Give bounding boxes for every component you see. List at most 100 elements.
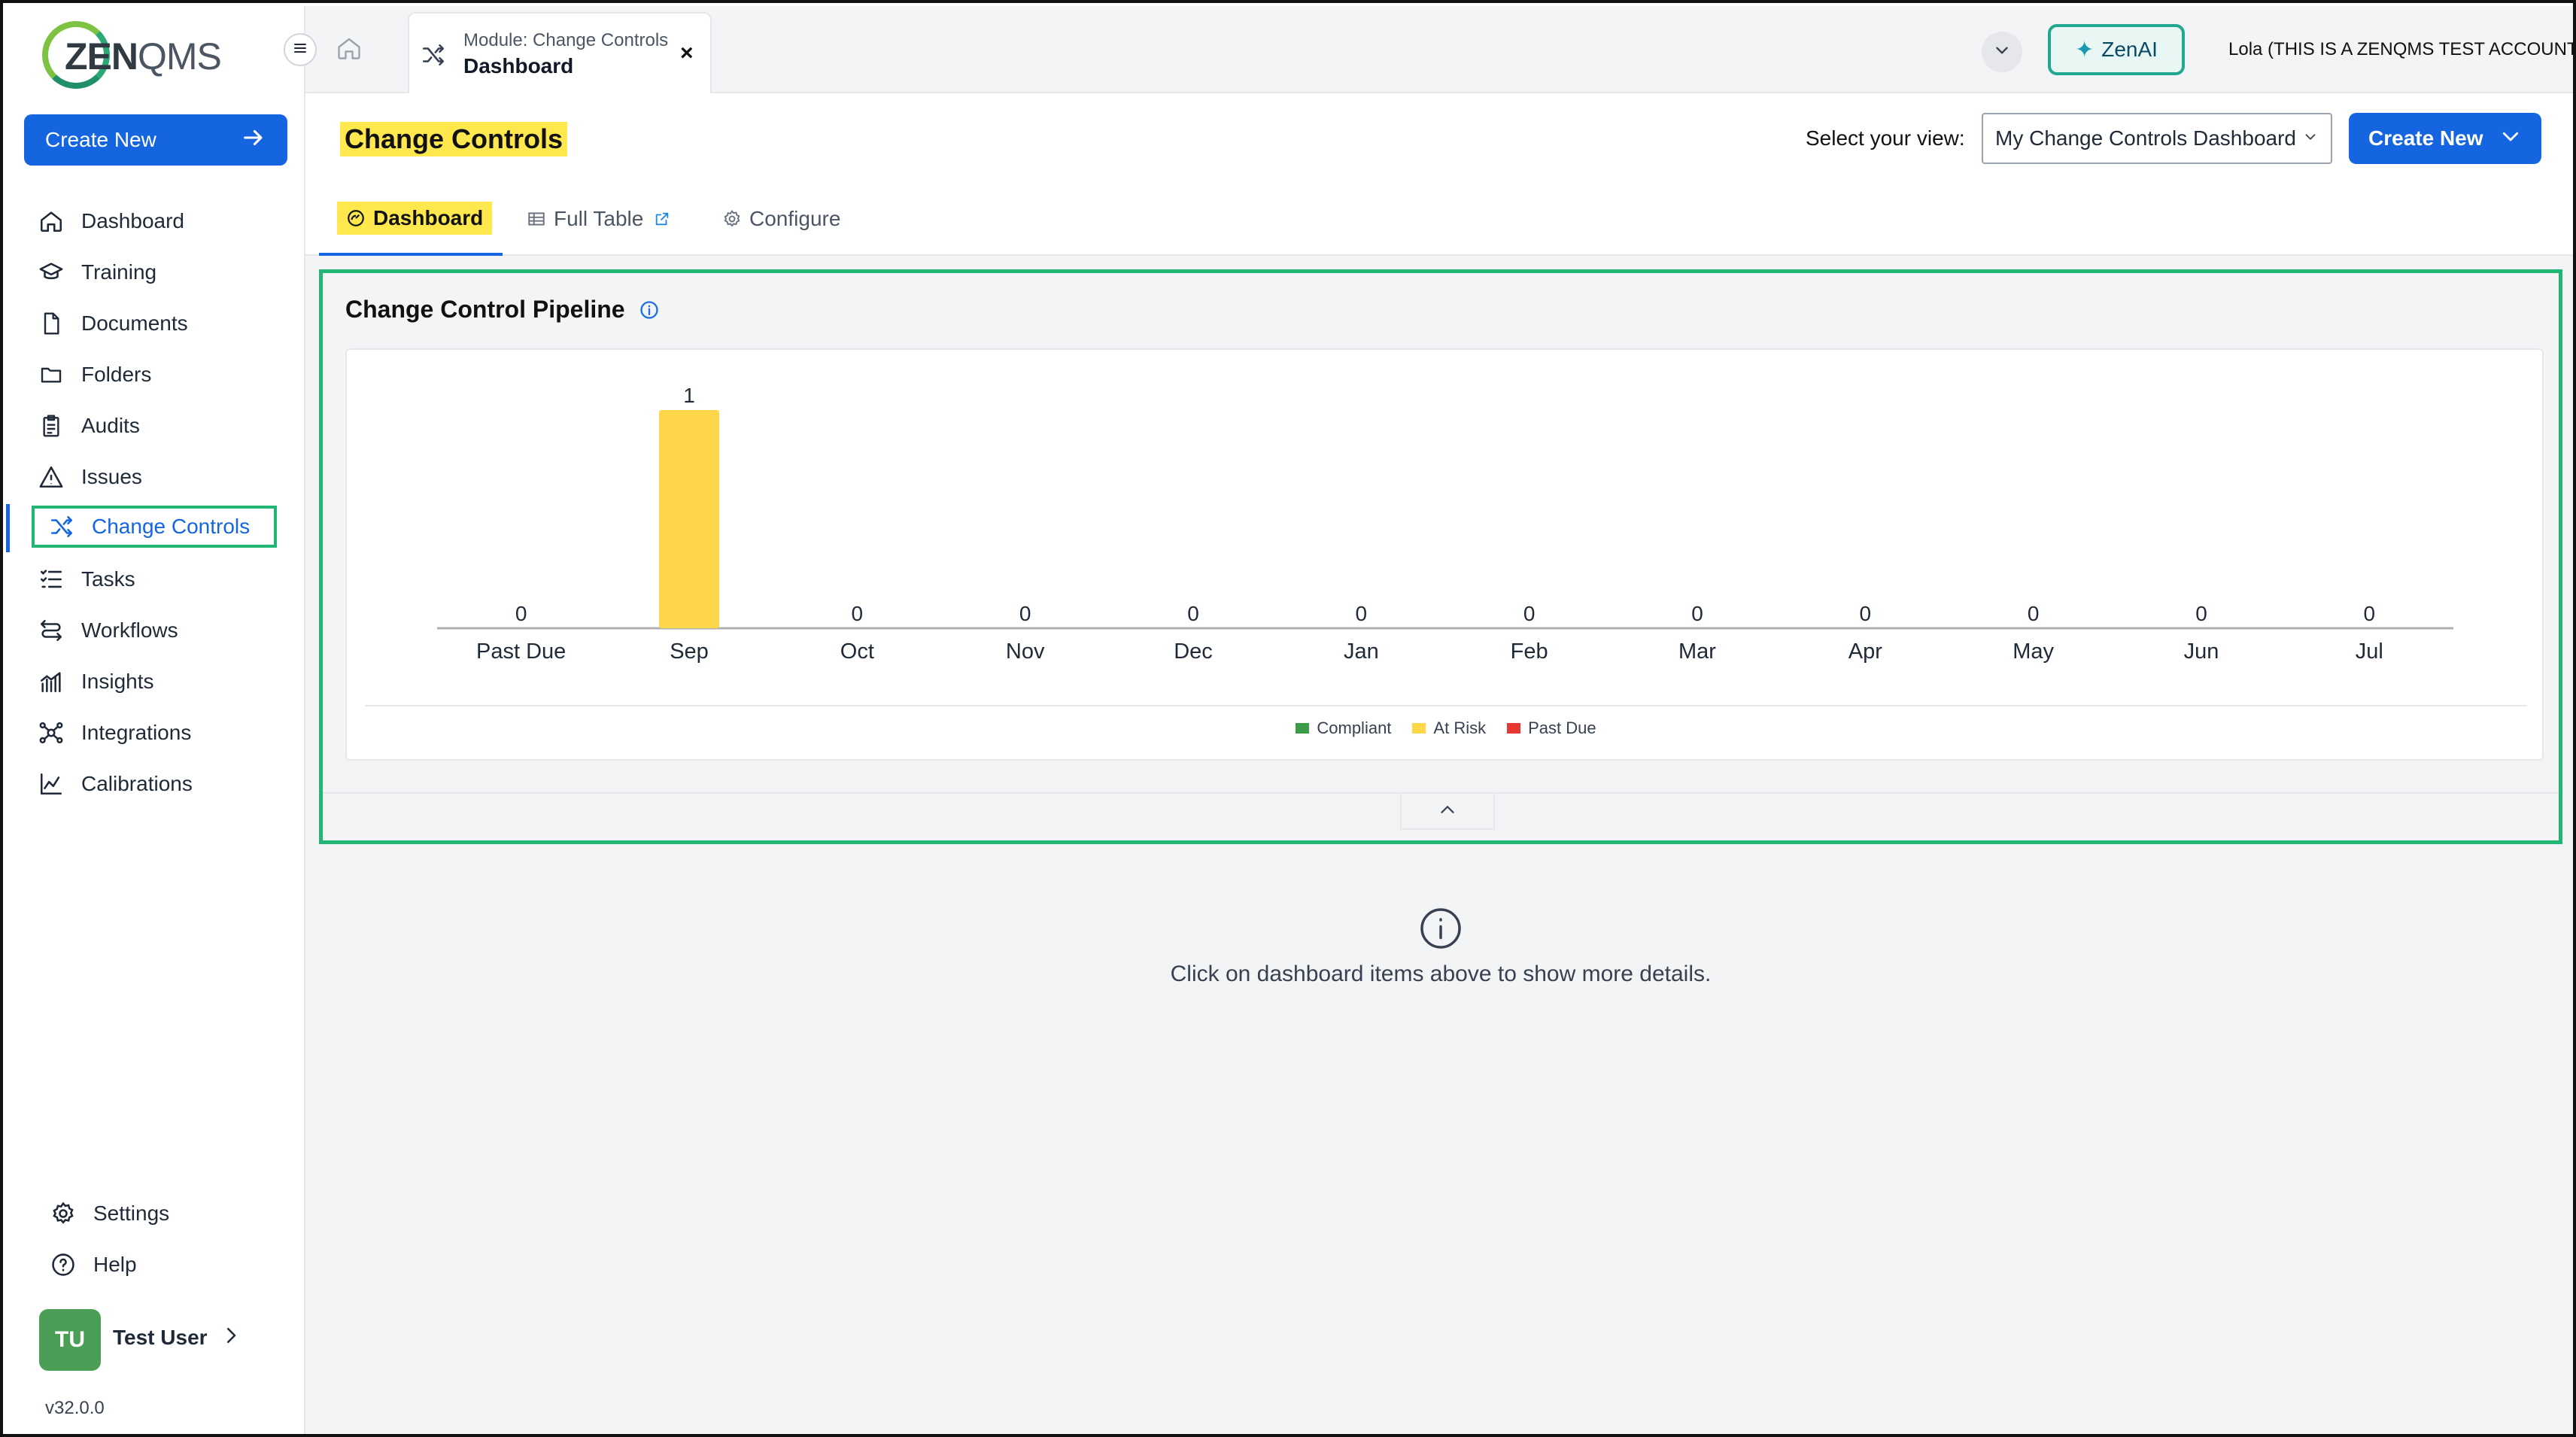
bar-value-label: 0 [852, 602, 864, 625]
empty-state-text: Click on dashboard items above to show m… [1170, 962, 1712, 986]
x-tick-label: Feb [1511, 640, 1548, 664]
chevron-right-icon[interactable] [220, 1324, 242, 1350]
tab-label: Configure [749, 207, 841, 230]
collapse-panel-button[interactable] [1400, 794, 1495, 830]
legend-item-compliant[interactable]: Compliant [1296, 718, 1391, 738]
bar-value-label: 0 [1523, 602, 1536, 625]
sidebar-item-insights[interactable]: Insights [36, 661, 275, 703]
zenai-label: ZenAI [2101, 38, 2158, 61]
tab-dashboard[interactable]: Dashboard [337, 202, 493, 235]
bar-chart-icon [36, 667, 66, 697]
sidebar-item-training[interactable]: Training [36, 251, 275, 293]
sidebar-item-label: Dashboard [81, 209, 184, 232]
sidebar-item-label: Change Controls [92, 515, 251, 538]
sidebar-item-audits[interactable]: Audits [36, 405, 275, 447]
sidebar-item-label: Documents [81, 311, 188, 335]
sidebar-create-new-button[interactable]: Create New [24, 114, 287, 166]
pipeline-chart-card: 0 Past Due 1 Sep 0 Oct 0 Nov 0 Dec 0 Jan 0 Feb 0 Mar 0 Ap… [345, 348, 2544, 761]
hamburger-icon [291, 39, 309, 61]
sidebar-item-label: Training [81, 260, 157, 284]
settings-label: Settings [93, 1202, 170, 1225]
sidebar-item-documents[interactable]: Documents [36, 302, 275, 345]
sidebar-item-calibrations[interactable]: Calibrations [36, 763, 275, 805]
shuffle-icon [47, 512, 77, 542]
info-icon[interactable] [639, 299, 660, 321]
legend-swatch [1507, 723, 1521, 734]
gear-icon [48, 1199, 78, 1229]
sidebar-create-new-label: Create New [45, 128, 156, 151]
graduation-cap-icon [36, 257, 66, 287]
line-chart-icon [36, 769, 66, 799]
chart-legend-divider [365, 705, 2527, 706]
bar-sep-at-risk[interactable] [659, 410, 719, 628]
sidebar-item-issues[interactable]: Issues [36, 456, 275, 498]
x-tick-label: Apr [1848, 640, 1882, 664]
sidebar-item-workflows[interactable]: Workflows [36, 609, 275, 652]
change-control-pipeline-panel: Change Control Pipeline 0 Past Due 1 Sep 0 Oc… [319, 269, 2562, 844]
view-select[interactable]: My Change Controls Dashboard [1982, 113, 2332, 164]
zenqms-logo[interactable]: ZENQMS [42, 20, 223, 89]
tab-change-controls-dashboard[interactable]: Module: Change Controls Dashboard × [408, 12, 712, 95]
legend-item-at-risk[interactable]: At Risk [1412, 718, 1486, 738]
view-select-value: My Change Controls Dashboard [1995, 126, 2296, 150]
tabs-dropdown-button[interactable] [1982, 32, 2022, 72]
tab-label: Dashboard [373, 206, 484, 229]
folder-icon [36, 360, 66, 390]
x-tick-label: Jun [2184, 640, 2219, 664]
clipboard-icon [36, 411, 66, 441]
chevron-up-icon [1436, 798, 1459, 825]
arrow-right-icon [241, 125, 266, 156]
info-circle-icon [305, 906, 2573, 951]
sparkle-icon: ✦ [2075, 37, 2095, 62]
view-select-label: Select your view: [1806, 126, 1965, 150]
x-tick-label: Dec [1174, 640, 1213, 664]
pipeline-bar-chart: 0 Past Due 1 Sep 0 Oct 0 Nov 0 Dec 0 Jan 0 Feb 0 Mar 0 Ap… [437, 384, 2453, 664]
help-button[interactable]: Help [48, 1246, 137, 1284]
home-icon [336, 35, 363, 65]
sidebar-item-label: Calibrations [81, 772, 193, 795]
bar-value-label: 0 [1356, 602, 1368, 625]
legend-item-past-due[interactable]: Past Due [1507, 718, 1596, 738]
account-label[interactable]: Lola (THIS IS A ZENQMS TEST ACCOUNT) [2228, 39, 2573, 60]
home-tab-button[interactable] [328, 29, 370, 71]
page-title: Change Controls [340, 122, 568, 156]
sidebar-item-dashboard[interactable]: Dashboard [36, 200, 275, 242]
settings-button[interactable]: Settings [48, 1195, 169, 1232]
chevron-down-icon [2499, 125, 2522, 153]
x-tick-label: Mar [1678, 640, 1716, 664]
sidebar-item-label: Issues [81, 465, 142, 488]
active-tab-underline [319, 253, 503, 256]
legend-swatch [1412, 723, 1426, 734]
view-tabs: Dashboard Full Table Configure [305, 191, 2573, 256]
warning-icon [36, 462, 66, 492]
x-tick-label: Jan [1344, 640, 1379, 664]
close-icon[interactable]: × [680, 41, 694, 66]
zenai-button[interactable]: ✦ ZenAI [2048, 24, 2185, 75]
avatar[interactable]: TU [39, 1309, 101, 1371]
legend-label: Compliant [1317, 718, 1392, 737]
tab-configure[interactable]: Configure [722, 200, 840, 238]
legend-swatch [1296, 723, 1310, 734]
bar-value-label: 0 [1019, 602, 1031, 625]
dashboard-gauge-icon [346, 208, 366, 228]
sidebar-item-integrations[interactable]: Integrations [36, 712, 275, 754]
user-name[interactable]: Test User [113, 1326, 208, 1350]
tab-full-table[interactable]: Full Table [527, 200, 678, 238]
x-tick-label: Nov [1006, 640, 1045, 664]
x-tick-label: Jul [2356, 640, 2383, 664]
chevron-down-icon [2302, 126, 2319, 150]
page-header: Change Controls Select your view: My Cha… [305, 93, 2573, 256]
sidebar: ZENQMS Create New Dashboard Training Doc… [6, 6, 305, 1434]
sidebar-item-tasks[interactable]: Tasks [36, 558, 275, 600]
main-content: Change Controls Select your view: My Cha… [305, 93, 2573, 1434]
chevron-down-icon [1992, 41, 2012, 64]
sidebar-collapse-button[interactable] [284, 33, 317, 66]
x-tick-label: Oct [840, 640, 874, 664]
x-tick-label: May [2012, 640, 2054, 664]
sidebar-item-change-controls[interactable]: Change Controls [32, 506, 277, 548]
checklist-icon [36, 564, 66, 594]
sidebar-item-folders[interactable]: Folders [36, 354, 275, 396]
app-version: v32.0.0 [45, 1398, 105, 1418]
logo-text-bold: ZEN [65, 35, 138, 77]
create-new-button[interactable]: Create New [2349, 113, 2541, 164]
